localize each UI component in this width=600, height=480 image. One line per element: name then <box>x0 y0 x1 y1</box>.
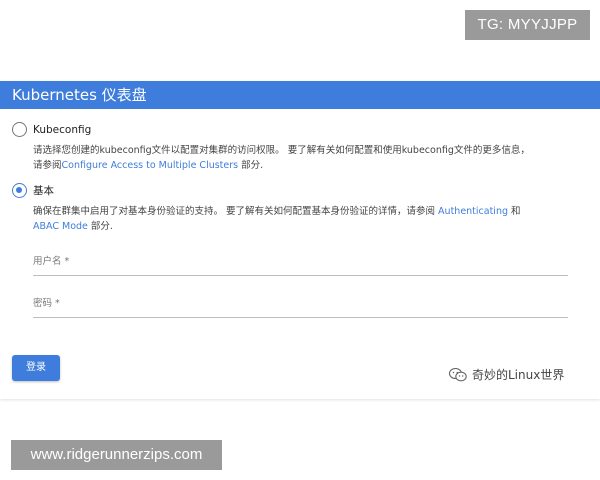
kubeconfig-label: Kubeconfig <box>33 123 92 136</box>
authenticating-link[interactable]: Authenticating <box>438 206 508 217</box>
configure-access-link[interactable]: Configure Access to Multiple Clusters <box>62 160 239 171</box>
url-watermark: www.ridgerunnerzips.com <box>11 440 222 470</box>
login-button[interactable]: 登录 <box>12 355 60 381</box>
basic-desc-and: 和 <box>508 206 521 217</box>
kubeconfig-desc-pre: 请参阅 <box>33 160 62 171</box>
kubeconfig-description: 请选择您创建的kubeconfig文件以配置对集群的访问权限。 要了解有关如何配… <box>33 143 573 173</box>
kubeconfig-option[interactable]: Kubeconfig <box>12 122 91 137</box>
wechat-icon <box>449 367 467 381</box>
kubeconfig-desc-line1: 请选择您创建的kubeconfig文件以配置对集群的访问权限。 要了解有关如何配… <box>33 145 530 156</box>
wechat-watermark: 奇妙的Linux世界 <box>449 366 564 383</box>
basic-radio[interactable] <box>12 183 27 198</box>
basic-desc-post: 部分. <box>87 221 113 232</box>
abac-mode-link[interactable]: ABAC Mode <box>33 221 88 232</box>
kubeconfig-desc-post: 部分. <box>238 160 264 171</box>
wechat-watermark-text: 奇妙的Linux世界 <box>472 368 565 382</box>
basic-option[interactable]: 基本 <box>12 183 54 198</box>
username-field[interactable]: 用户名 * <box>33 254 568 276</box>
basic-description: 确保在群集中启用了对基本身份验证的支持。 要了解有关如何配置基本身份验证的详情，… <box>33 204 573 234</box>
tg-watermark: TG: MYYJJPP <box>465 10 590 40</box>
password-field[interactable]: 密码 * <box>33 296 568 318</box>
basic-desc-line1: 确保在群集中启用了对基本身份验证的支持。 要了解有关如何配置基本身份验证的详情，… <box>33 206 439 217</box>
login-card: Kubernetes 仪表盘 Kubeconfig 请选择您创建的kubecon… <box>0 81 600 399</box>
page-title: Kubernetes 仪表盘 <box>0 81 600 109</box>
kubeconfig-radio[interactable] <box>12 122 27 137</box>
basic-label: 基本 <box>33 185 54 197</box>
